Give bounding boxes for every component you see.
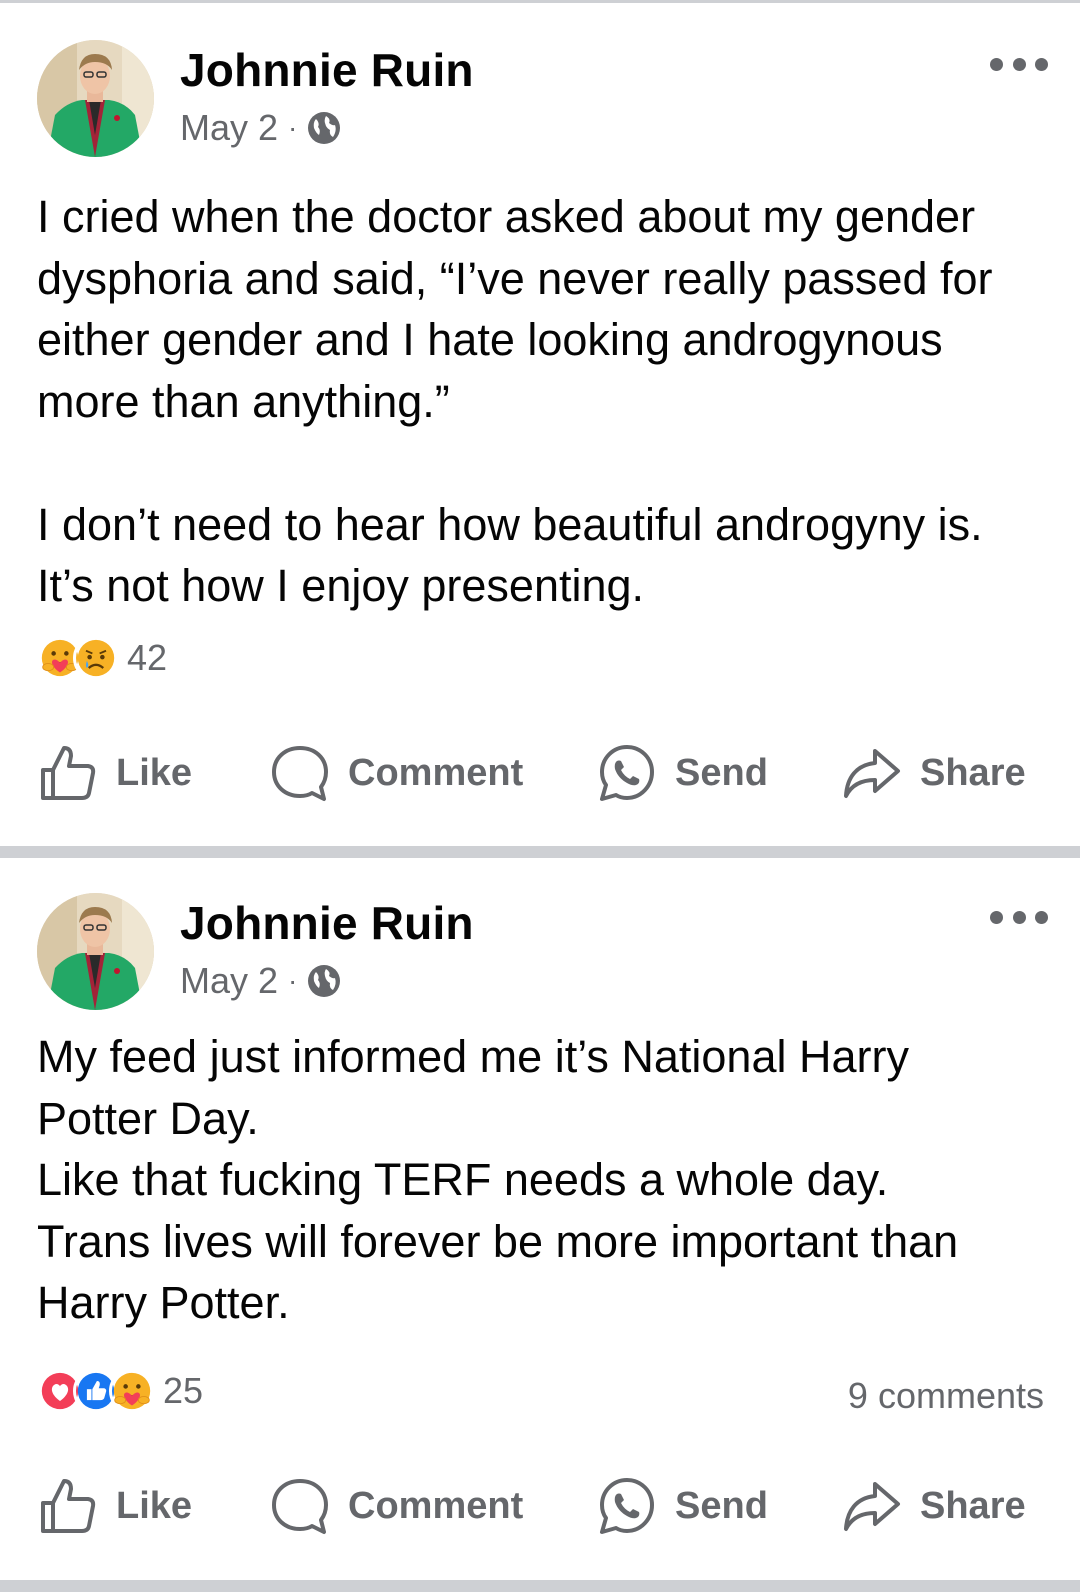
comment-button[interactable]: Comment bbox=[270, 743, 523, 803]
comment-button[interactable]: Comment bbox=[270, 1476, 523, 1536]
globe-icon bbox=[308, 965, 341, 997]
avatar[interactable] bbox=[37, 40, 154, 157]
comment-bubble-icon bbox=[272, 746, 328, 801]
like-label: Like bbox=[116, 1484, 193, 1527]
like-label: Like bbox=[116, 751, 193, 794]
action-bar: Like Comment Send Share bbox=[0, 1466, 1080, 1546]
action-bar: Like Comment Send Share bbox=[0, 733, 1080, 813]
globe-icon bbox=[308, 112, 341, 144]
post-text-line: more than anything.” bbox=[37, 375, 450, 427]
whatsapp-icon bbox=[600, 1478, 654, 1534]
whatsapp-icon bbox=[600, 745, 654, 801]
send-label: Send bbox=[675, 1484, 768, 1527]
like-button[interactable]: Like bbox=[38, 1476, 192, 1536]
avatar-photo bbox=[37, 893, 154, 1010]
author-name[interactable]: Johnnie Ruin bbox=[180, 896, 474, 950]
more-dot bbox=[1012, 57, 1026, 71]
post-text-line: It’s not how I enjoy presenting. bbox=[37, 560, 645, 611]
share-label: Share bbox=[920, 751, 1026, 794]
post-text-line: either gender and I hate looking androgy… bbox=[37, 314, 943, 365]
send-button[interactable]: Send bbox=[597, 1476, 768, 1536]
comment-label: Comment bbox=[348, 751, 524, 794]
like-button[interactable]: Like bbox=[38, 743, 192, 803]
meta-separator: · bbox=[288, 965, 298, 996]
send-label: Send bbox=[675, 751, 768, 794]
share-label: Share bbox=[920, 1484, 1026, 1527]
more-dot bbox=[1035, 910, 1048, 924]
bottom-divider bbox=[0, 1580, 1080, 1592]
comment-bubble-icon bbox=[272, 1479, 328, 1534]
comments-count-link[interactable]: 9 comments bbox=[848, 1375, 1044, 1417]
post-meta: May 2 · bbox=[180, 960, 341, 1002]
more-dot bbox=[990, 57, 1003, 71]
post-text-line: Trans lives will forever be more importa… bbox=[37, 1215, 959, 1267]
post-text-line: I cried when the doctor asked about my g… bbox=[37, 191, 976, 242]
care-reaction-icon bbox=[109, 1368, 155, 1414]
share-button[interactable]: Share bbox=[842, 743, 1026, 803]
thumbs-up-icon bbox=[41, 1479, 96, 1533]
post-text-line: My feed just informed me it’s National H… bbox=[37, 1031, 909, 1082]
avatar-photo bbox=[37, 40, 154, 157]
more-dot bbox=[990, 910, 1003, 924]
post-text-line: dysphoria and said, “I’ve never really p… bbox=[37, 252, 993, 304]
sad-reaction-icon bbox=[73, 635, 119, 681]
share-arrow-icon bbox=[844, 749, 900, 798]
post-1: Johnnie Ruin May 2 · I cried when the do… bbox=[0, 3, 1080, 846]
send-button[interactable]: Send bbox=[597, 743, 768, 803]
comment-label: Comment bbox=[348, 1484, 524, 1527]
reaction-summary[interactable]: 25 bbox=[37, 1368, 203, 1414]
meta-separator: · bbox=[288, 112, 298, 143]
share-arrow-icon bbox=[844, 1482, 900, 1531]
more-dot bbox=[1035, 57, 1048, 71]
more-options-button[interactable] bbox=[990, 53, 1048, 75]
post-text-line: Potter Day. bbox=[37, 1092, 259, 1144]
share-button[interactable]: Share bbox=[842, 1476, 1026, 1536]
reaction-summary[interactable]: 42 bbox=[37, 635, 167, 681]
post-date[interactable]: May 2 bbox=[180, 960, 278, 1002]
post-2: Johnnie Ruin May 2 · My feed just inform… bbox=[0, 858, 1080, 1580]
post-meta: May 2 · bbox=[180, 107, 341, 149]
author-name[interactable]: Johnnie Ruin bbox=[180, 43, 474, 97]
more-dot bbox=[1012, 910, 1026, 924]
post-text: My feed just informed me it’s National H… bbox=[37, 1026, 1050, 1334]
reaction-count: 25 bbox=[163, 1370, 204, 1411]
post-text-line bbox=[37, 432, 1050, 494]
post-divider bbox=[0, 846, 1080, 858]
post-text-line: Like that fucking TERF needs a whole day… bbox=[37, 1154, 889, 1205]
more-options-button[interactable] bbox=[990, 906, 1048, 928]
post-date[interactable]: May 2 bbox=[180, 107, 278, 149]
post-text-line: Harry Potter. bbox=[37, 1277, 290, 1328]
post-text-line: I don’t need to hear how beautiful andro… bbox=[37, 498, 983, 550]
post-text: I cried when the doctor asked about my g… bbox=[37, 186, 1050, 617]
reaction-count: 42 bbox=[127, 637, 168, 678]
thumbs-up-icon bbox=[41, 746, 96, 800]
avatar[interactable] bbox=[37, 893, 154, 1010]
